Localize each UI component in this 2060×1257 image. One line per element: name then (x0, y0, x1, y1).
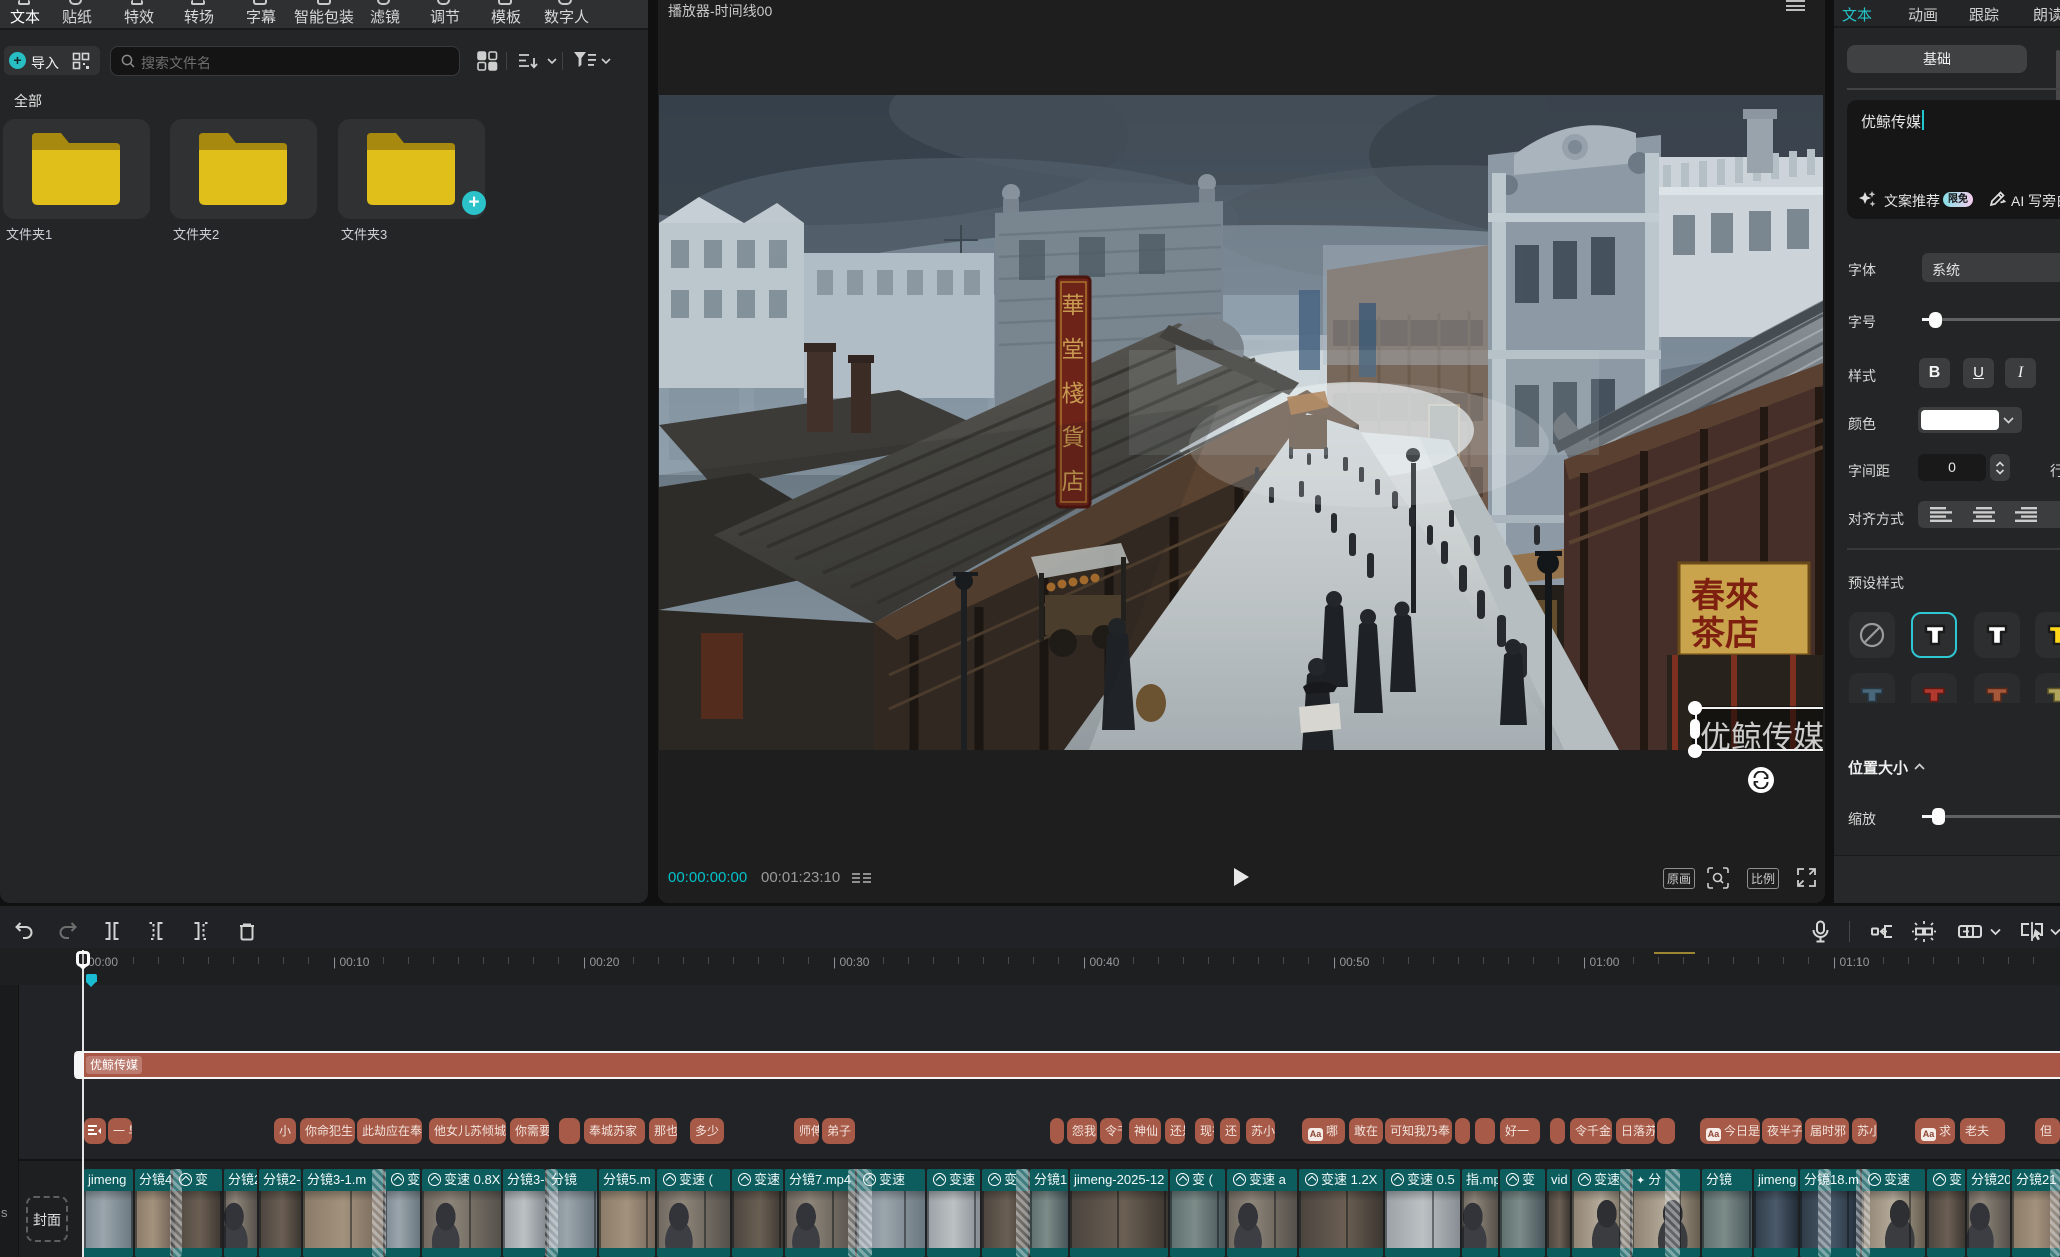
svg-text:茶店: 茶店 (1691, 615, 1759, 653)
svg-text:堂: 堂 (1062, 336, 1085, 362)
svg-text:棧: 棧 (1062, 380, 1085, 406)
svg-text:春來: 春來 (1691, 577, 1759, 615)
svg-text:華: 華 (1062, 292, 1085, 318)
